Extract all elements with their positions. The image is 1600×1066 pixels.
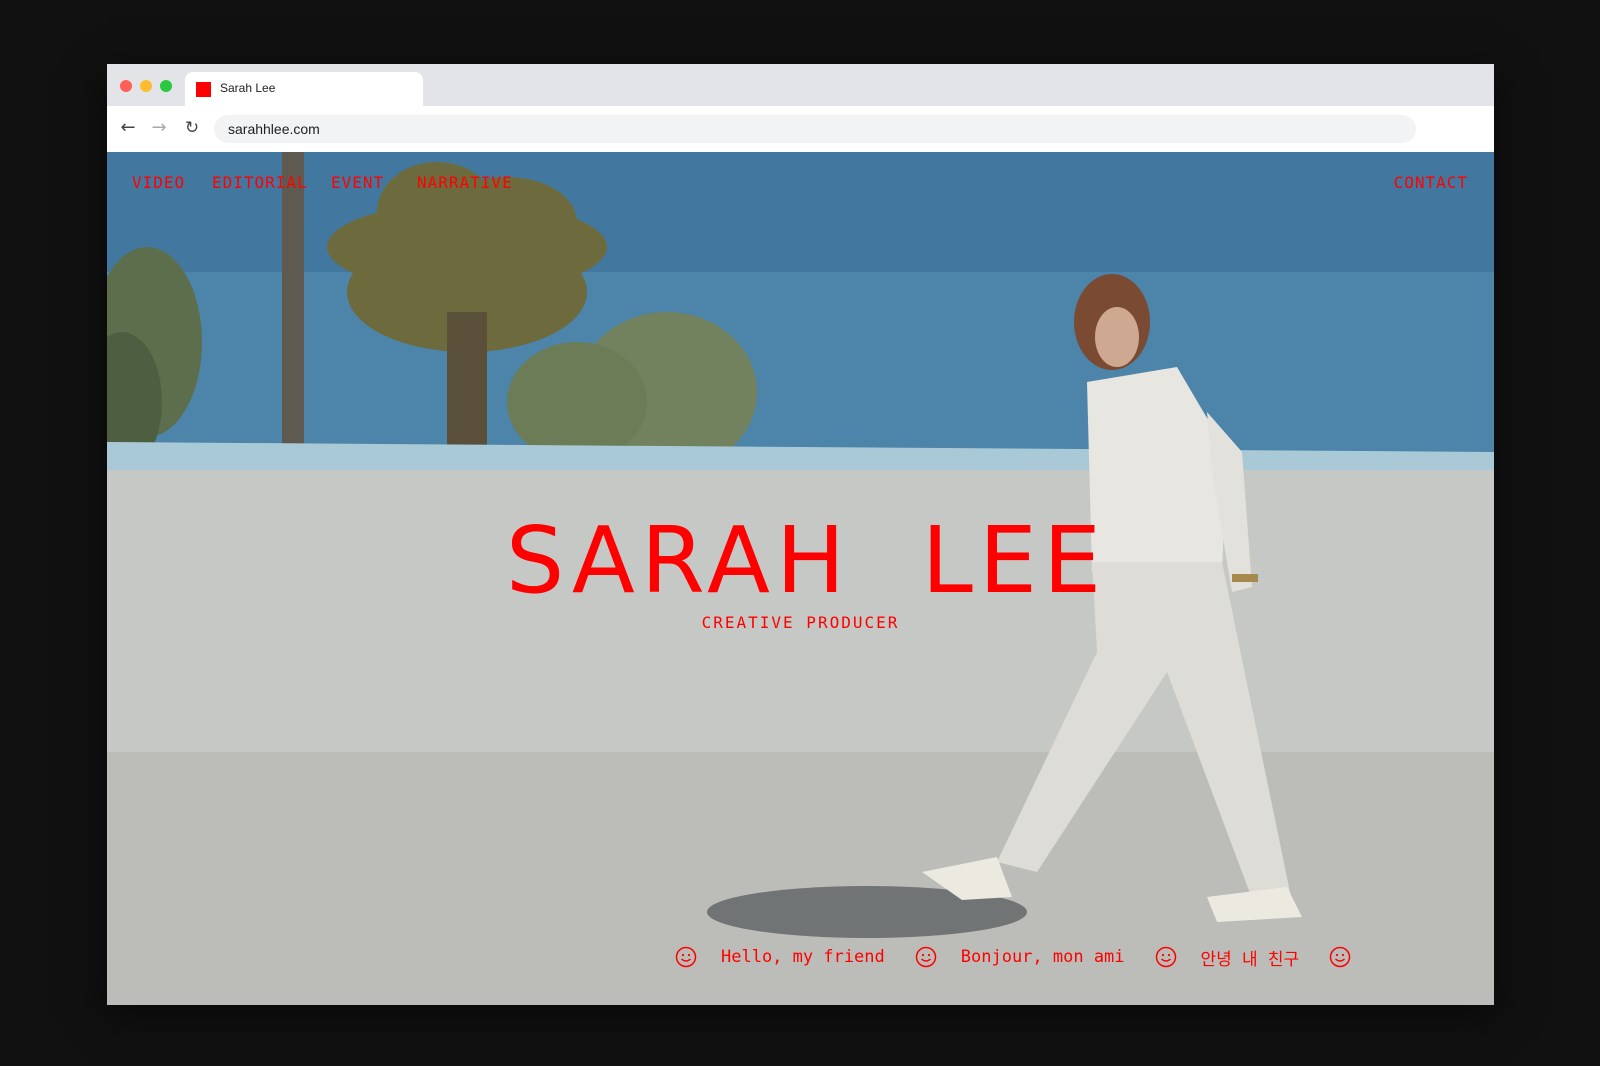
nav-item-editorial[interactable]: EDITORIAL (212, 173, 308, 192)
url-text: sarahhlee.com (228, 121, 320, 137)
smiley-icon (915, 946, 937, 968)
nav-item-narrative[interactable]: NARRATIVE (417, 173, 513, 192)
greeting-french: Bonjour, mon ami (960, 947, 1125, 967)
favicon-icon (196, 82, 211, 97)
hero-role: CREATIVE PRODUCER (701, 613, 900, 632)
greetings-ticker: Hello, my friend Bonjour, mon ami 안녕 내 친… (675, 942, 1375, 972)
page-viewport: VIDEO EDITORIAL EVENT NARRATIVE CONTACT … (107, 152, 1494, 1005)
tab-strip: Sarah Lee (107, 64, 1494, 106)
browser-window: Sarah Lee ← → ↻ sarahhlee.com VIDEO EDIT… (107, 64, 1494, 1005)
nav-item-contact[interactable]: CONTACT (1394, 173, 1468, 192)
browser-tab[interactable]: Sarah Lee (185, 72, 423, 106)
smiley-icon (675, 946, 697, 968)
nav-item-event[interactable]: EVENT (331, 173, 384, 192)
address-bar[interactable]: sarahhlee.com (214, 115, 1416, 143)
reload-icon[interactable]: ↻ (180, 116, 204, 140)
forward-arrow-icon[interactable]: → (147, 116, 171, 140)
tab-title: Sarah Lee (220, 81, 276, 95)
smiley-icon (1329, 946, 1351, 968)
greeting-english: Hello, my friend (721, 947, 885, 967)
smiley-icon (1155, 946, 1176, 968)
close-window-button[interactable] (120, 80, 132, 92)
back-arrow-icon[interactable]: ← (116, 116, 140, 140)
greeting-korean: 안녕 내 친구 (1200, 949, 1300, 970)
hero-name: SARAH LEE (505, 507, 1108, 614)
browser-toolbar: ← → ↻ sarahhlee.com (107, 106, 1494, 152)
maximize-window-button[interactable] (160, 80, 172, 92)
minimize-window-button[interactable] (140, 80, 152, 92)
nav-item-video[interactable]: VIDEO (132, 173, 185, 192)
